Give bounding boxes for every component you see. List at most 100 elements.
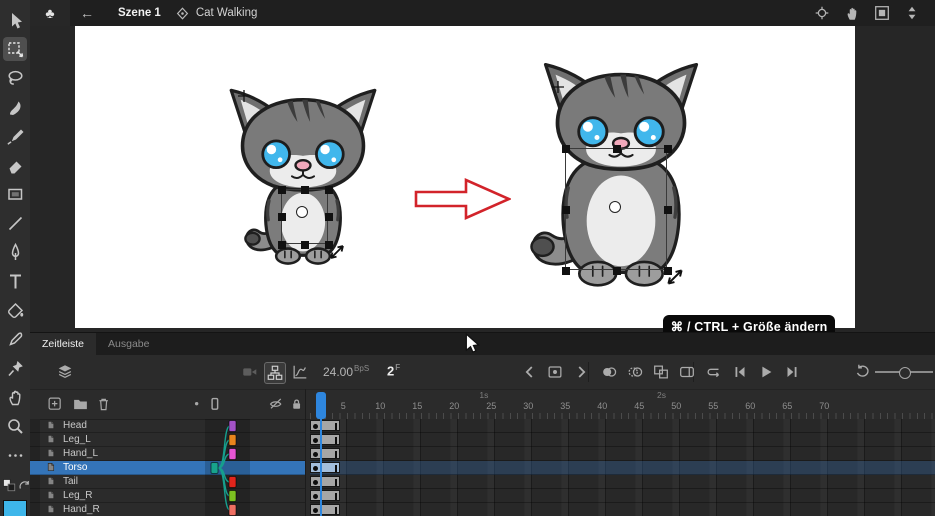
layer-row-leg_l[interactable]: Leg_L	[30, 433, 305, 447]
keyframe-span[interactable]	[310, 448, 340, 459]
selection-handle[interactable]	[663, 205, 672, 214]
play-icon[interactable]	[756, 362, 776, 382]
playhead-handle[interactable]	[316, 392, 327, 419]
paint-bucket-tool[interactable]	[3, 298, 27, 322]
hide-all-icon[interactable]	[267, 395, 285, 413]
selection-handle[interactable]	[301, 240, 309, 249]
frame-row-head[interactable]	[310, 419, 935, 433]
new-folder-icon[interactable]	[71, 395, 89, 413]
layers-panel-icon[interactable]	[55, 362, 75, 382]
animate-app-window: ♣ ← Szene 1 Cat Walking ⌘ / CTRL + Größe…	[0, 0, 935, 516]
classic-brush-tool[interactable]	[3, 124, 27, 148]
hand-tool[interactable]	[3, 385, 27, 409]
lock-all-icon[interactable]	[288, 395, 306, 413]
center-stage-icon[interactable]	[813, 4, 831, 22]
edit-multiple-frames-icon[interactable]	[651, 362, 671, 382]
selection-handle[interactable]	[561, 144, 570, 153]
add-layer-icon[interactable]	[46, 395, 64, 413]
camera-icon[interactable]	[240, 362, 260, 382]
club-icon: ♣	[45, 5, 55, 21]
selection-handle[interactable]	[612, 144, 621, 153]
clip-content-outside-stage-icon[interactable]	[873, 4, 891, 22]
step-forward-icon[interactable]	[782, 362, 802, 382]
layer-row-torso[interactable]: Torso	[30, 461, 305, 475]
layer-row-hand_r[interactable]: Hand_R	[30, 503, 305, 516]
selection-handle[interactable]	[277, 185, 286, 194]
playhead-line[interactable]	[320, 419, 323, 516]
loop-icon[interactable]	[704, 362, 724, 382]
parenting-view-icon[interactable]	[264, 362, 286, 384]
selection-handle[interactable]	[324, 213, 333, 221]
asset-warp-tool[interactable]	[3, 356, 27, 380]
next-frame-icon[interactable]	[571, 362, 591, 382]
eyedropper-tool[interactable]	[3, 327, 27, 351]
fill-color-swatch[interactable]	[3, 500, 27, 516]
onion-skin-icon[interactable]	[599, 362, 619, 382]
free-transform-tool[interactable]	[3, 37, 27, 61]
breadcrumb-scene[interactable]: Szene 1	[118, 7, 161, 19]
keyframe-span[interactable]	[310, 462, 340, 473]
span-end-marker	[335, 492, 338, 500]
insert-keyframe-icon[interactable]	[545, 362, 565, 382]
selection-tool[interactable]	[3, 8, 27, 32]
more-tool[interactable]	[3, 443, 27, 467]
app-logo[interactable]: ♣	[30, 0, 70, 26]
selection-handle[interactable]	[612, 266, 621, 275]
selection-handle[interactable]	[561, 205, 570, 214]
frame-rate[interactable]: 24.00BpS	[323, 364, 369, 379]
selection-handle[interactable]	[301, 185, 309, 194]
timeline-zoom-slider[interactable]	[875, 367, 933, 379]
rotate-view-icon[interactable]	[843, 4, 861, 22]
graph-editor-icon[interactable]	[290, 362, 310, 382]
step-back-icon[interactable]	[730, 362, 750, 382]
transform-point[interactable]	[609, 201, 621, 213]
selection-handle[interactable]	[277, 240, 286, 249]
frame-flag-icon[interactable]	[677, 362, 697, 382]
tab-zeitleiste[interactable]: Zeitleiste	[30, 333, 97, 355]
breadcrumb-symbol[interactable]: Cat Walking	[196, 7, 258, 19]
rectangle-tool[interactable]	[3, 182, 27, 206]
selection-handle[interactable]	[561, 266, 570, 275]
layer-row-hand_l[interactable]: Hand_L	[30, 447, 305, 461]
keyframe-span[interactable]	[310, 434, 340, 445]
keyframe-span[interactable]	[310, 490, 340, 501]
fluid-brush-tool[interactable]	[3, 95, 27, 119]
reset-zoom-icon[interactable]	[852, 362, 872, 382]
frame-grid[interactable]	[310, 419, 935, 516]
prev-frame-icon[interactable]	[520, 362, 540, 382]
keyframe-span[interactable]	[310, 504, 340, 515]
swap-colors-icon[interactable]	[17, 478, 32, 493]
default-colors-icon[interactable]	[2, 478, 17, 493]
layer-row-leg_r[interactable]: Leg_R	[30, 489, 305, 503]
tab-ausgabe[interactable]: Ausgabe	[96, 333, 161, 355]
keyframe-span[interactable]	[310, 420, 340, 431]
zoom-tool[interactable]	[3, 414, 27, 438]
frame-row-leg_r[interactable]	[310, 489, 935, 503]
line-tool[interactable]	[3, 211, 27, 235]
frame-row-hand_l[interactable]	[310, 447, 935, 461]
frame-row-hand_r[interactable]	[310, 503, 935, 516]
selection-handle[interactable]	[324, 185, 333, 194]
slider-handle[interactable]	[899, 367, 911, 379]
transform-point[interactable]	[296, 206, 308, 218]
frame-row-tail[interactable]	[310, 475, 935, 489]
layer-row-tail[interactable]: Tail	[30, 475, 305, 489]
eraser-tool[interactable]	[3, 153, 27, 177]
frame-ruler[interactable]: 1s 2s 5 10 15 20 25 30 35 40 45 50 55 60 65 70	[310, 389, 935, 419]
pasteboard[interactable]: ⌘ / CTRL + Größe ändern	[30, 26, 935, 340]
selection-handle[interactable]	[663, 144, 672, 153]
frame-row-torso[interactable]	[310, 461, 935, 475]
keyframe-span[interactable]	[310, 476, 340, 487]
pen-tool[interactable]	[3, 240, 27, 264]
zoom-stepper-icon[interactable]	[903, 4, 921, 22]
onion-outline-icon[interactable]	[625, 362, 645, 382]
back-button[interactable]: ←	[70, 5, 104, 21]
parent-column-icon[interactable]	[206, 395, 224, 413]
delete-layer-icon[interactable]	[95, 395, 113, 413]
text-tool[interactable]	[3, 269, 27, 293]
highlight-dot-icon[interactable]	[188, 395, 206, 413]
layer-row-head[interactable]: Head	[30, 419, 305, 433]
selection-handle[interactable]	[277, 213, 286, 221]
frame-row-leg_l[interactable]	[310, 433, 935, 447]
lasso-tool[interactable]	[3, 66, 27, 90]
